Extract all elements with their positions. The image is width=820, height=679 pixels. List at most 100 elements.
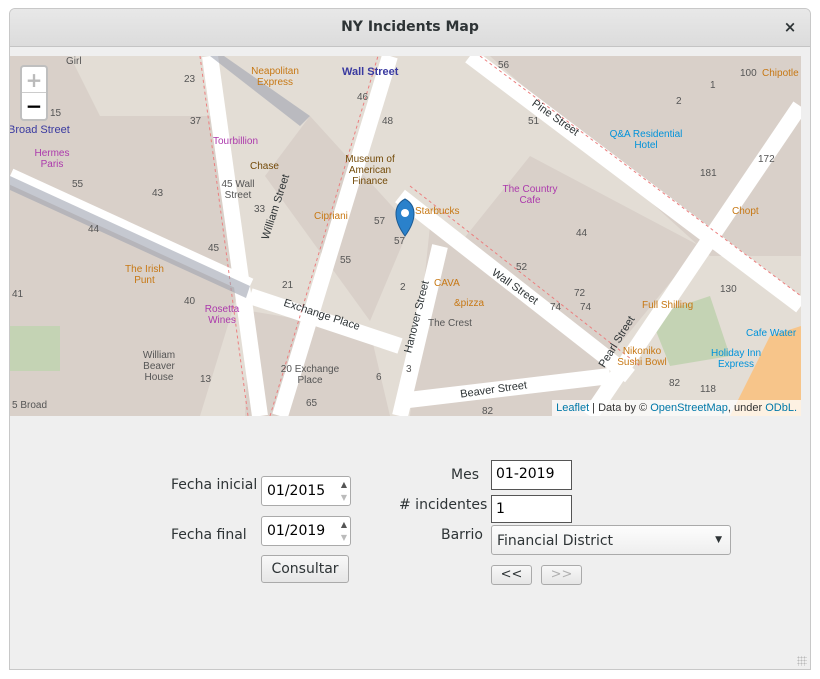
map-number-label: 45 (208, 243, 220, 254)
poi-label: Nikoniko Sushi Bowl (617, 346, 667, 368)
poi-label: Cipriani (314, 211, 348, 222)
poi-label: Chase (250, 161, 279, 172)
poi-label: Starbucks (415, 206, 460, 217)
poi-label: Full Shilling (642, 300, 694, 311)
poi-label: The Country Cafe (502, 184, 558, 206)
poi-label: 45 Wall Street (221, 179, 255, 201)
map-view[interactable]: Wall Street Pine Street William Street E… (10, 56, 801, 416)
poi-label: Q&A Residential Hotel (609, 129, 683, 151)
map-number-label: 41 (12, 289, 24, 300)
poi-label: William Beaver House (142, 350, 176, 383)
poi-label: Tourbillion (213, 136, 259, 147)
close-button[interactable]: × (780, 17, 800, 37)
zoom-control: + − (20, 65, 48, 121)
zoom-in-button[interactable]: + (22, 67, 46, 93)
street-wall-street: Wall Street (342, 66, 399, 78)
map-number-label: Girl (66, 56, 82, 67)
attribution-text: | Data by © (589, 402, 651, 414)
poi-label: The Crest (428, 318, 472, 329)
map-number-label: 43 (152, 188, 164, 199)
poi-label: Neapolitan Express (251, 66, 299, 88)
osm-link[interactable]: OpenStreetMap (650, 402, 728, 414)
title-bar: NY Incidents Map × (10, 9, 810, 47)
map-number-label: 48 (382, 116, 394, 127)
map-number-label: 44 (88, 224, 100, 235)
poi-label: Museum of American Finance (345, 154, 395, 187)
map-number-label: 55 (72, 179, 84, 190)
app-window: NY Incidents Map × Wall Street Pine Stre… (9, 8, 811, 670)
mes-field[interactable]: 01-2019 (491, 460, 572, 490)
map-number-label: 181 (700, 168, 717, 179)
map-number-label: 33 (254, 204, 266, 215)
poi-label: Chipotle (762, 68, 799, 79)
map-number-label: 55 (340, 255, 352, 266)
zoom-out-button[interactable]: − (22, 93, 46, 119)
map-number-label: 51 (528, 116, 540, 127)
map-number-label: 46 (357, 92, 369, 103)
next-button[interactable]: >> (541, 565, 582, 585)
attribution-under: , under (727, 402, 766, 414)
spin-up-icon[interactable]: ▲ (338, 478, 350, 492)
fecha-final-value: 01/2019 (267, 523, 326, 539)
prev-button[interactable]: << (491, 565, 532, 585)
barrio-combobox[interactable]: Financial District ▼ (491, 525, 731, 555)
map-number-label: 65 (306, 398, 318, 409)
map-number-label: 57 (394, 236, 406, 247)
poi-label: 20 Exchange Place (280, 364, 340, 386)
map-number-label: 37 (190, 116, 202, 127)
fecha-final-spinbox[interactable]: 01/2019 ▲ ▼ (261, 516, 351, 546)
map-number-label: 1 (710, 80, 716, 91)
map-tiles[interactable] (10, 56, 801, 416)
spin-down-icon[interactable]: ▼ (338, 531, 350, 545)
incidentes-field[interactable]: 1 (491, 495, 572, 523)
map-number-label: 57 (374, 216, 386, 227)
map-number-label: 44 (576, 228, 588, 239)
map-number-label: 3 (406, 364, 412, 375)
map-number-label: 130 (720, 284, 737, 295)
poi-label: Chopt (732, 206, 759, 217)
map-number-label: 172 (758, 154, 775, 165)
map-number-label: 56 (498, 60, 510, 71)
poi-label: Cafe Water (746, 328, 797, 339)
poi-label: Rosetta Wines (204, 304, 240, 326)
poi-label: 5 Broad (12, 400, 48, 411)
barrio-value: Financial District (497, 533, 614, 549)
fecha-inicial-value: 01/2015 (267, 483, 326, 499)
incidentes-label: # incidentes (399, 497, 488, 513)
chevron-down-icon: ▼ (715, 535, 722, 545)
poi-label: Hermes Paris (34, 148, 70, 170)
map-number-label: 82 (669, 378, 681, 389)
street-broad-street: Broad Street (10, 124, 70, 136)
map-number-label: 100 (740, 68, 757, 79)
barrio-label: Barrio (441, 527, 483, 543)
fecha-inicial-spinbox[interactable]: 01/2015 ▲ ▼ (261, 476, 351, 506)
window-title: NY Incidents Map (341, 19, 479, 35)
poi-label: The Irish Punt (125, 264, 164, 286)
map-number-label: 2 (676, 96, 682, 107)
map-number-label: 2 (400, 282, 406, 293)
map-attribution: Leaflet | Data by © OpenStreetMap, under… (552, 400, 801, 416)
consultar-button[interactable]: Consultar (261, 555, 349, 583)
fecha-final-label: Fecha final (171, 527, 247, 543)
map-number-label: 21 (282, 280, 294, 291)
map-number-label: 15 (50, 108, 62, 119)
map-number-label: 72 (574, 288, 586, 299)
map-number-label: 40 (184, 296, 196, 307)
spin-down-icon[interactable]: ▼ (338, 491, 350, 505)
map-number-label: 13 (200, 374, 212, 385)
spin-up-icon[interactable]: ▲ (338, 518, 350, 532)
mes-label: Mes (451, 467, 479, 483)
map-number-label: 118 (700, 384, 716, 395)
resize-grip-icon[interactable] (797, 656, 807, 666)
map-number-label: 74 (550, 302, 562, 313)
leaflet-link[interactable]: Leaflet (556, 402, 589, 414)
odbl-link[interactable]: ODbL. (765, 402, 797, 414)
poi-label: Holiday Inn Express (710, 348, 762, 370)
map-number-label: 6 (376, 372, 382, 383)
poi-label: CAVA (434, 278, 460, 289)
fecha-inicial-label: Fecha inicial (171, 477, 258, 493)
query-form: Fecha inicial 01/2015 ▲ ▼ Fecha final 01… (10, 419, 810, 669)
map-number-label: 52 (516, 262, 528, 273)
map-number-label: 82 (482, 406, 494, 416)
map-number-label: 74 (580, 302, 592, 313)
